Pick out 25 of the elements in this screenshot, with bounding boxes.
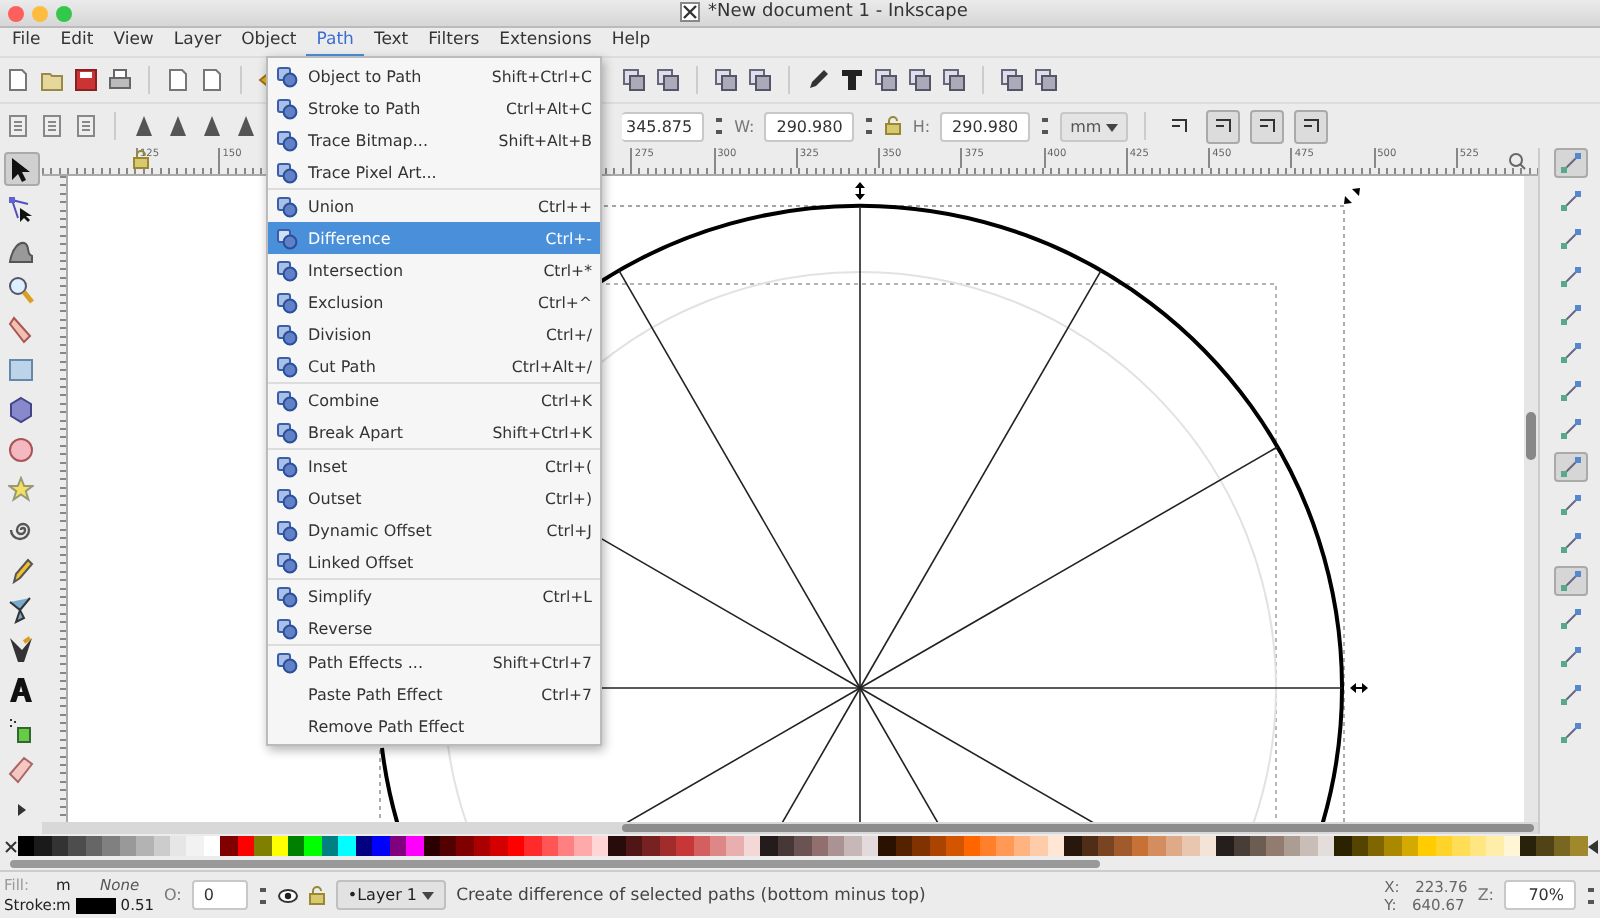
width-input[interactable]: 290.980: [764, 111, 855, 141]
menu-item[interactable]: Remove Path Effect: [268, 710, 600, 742]
menu-item[interactable]: Reverse: [268, 612, 600, 644]
height-input[interactable]: 290.980: [940, 111, 1031, 141]
height-label: H:: [912, 117, 931, 135]
menu-item[interactable]: Text: [363, 27, 419, 57]
menu-item[interactable]: Object: [231, 27, 307, 57]
opacity-input[interactable]: 0: [191, 880, 248, 910]
width-label: W:: [734, 117, 755, 135]
menu-item[interactable]: Edit: [50, 27, 104, 57]
status-message: Create difference of selected paths (bottom minus top): [456, 885, 928, 905]
unit-dropdown[interactable]: mm: [1060, 111, 1129, 141]
zoom-input[interactable]: 70%: [1504, 880, 1576, 910]
menu-item[interactable]: Linked Offset: [268, 546, 600, 578]
zoom-label: Z:: [1477, 886, 1494, 904]
menu-item[interactable]: Help: [601, 27, 661, 57]
menu-item[interactable]: Layer: [163, 27, 232, 57]
window-title: *New document 1 - Inkscape: [708, 2, 968, 22]
layer-dropdown[interactable]: •Layer 1: [335, 880, 447, 910]
opacity-label: O:: [164, 886, 182, 904]
menu-item[interactable]: Filters: [418, 27, 490, 57]
menu-item[interactable]: File: [2, 27, 51, 57]
menu-item[interactable]: Extensions: [489, 27, 602, 57]
menu-item[interactable]: View: [103, 27, 164, 57]
x-input[interactable]: 345.875: [622, 111, 705, 141]
